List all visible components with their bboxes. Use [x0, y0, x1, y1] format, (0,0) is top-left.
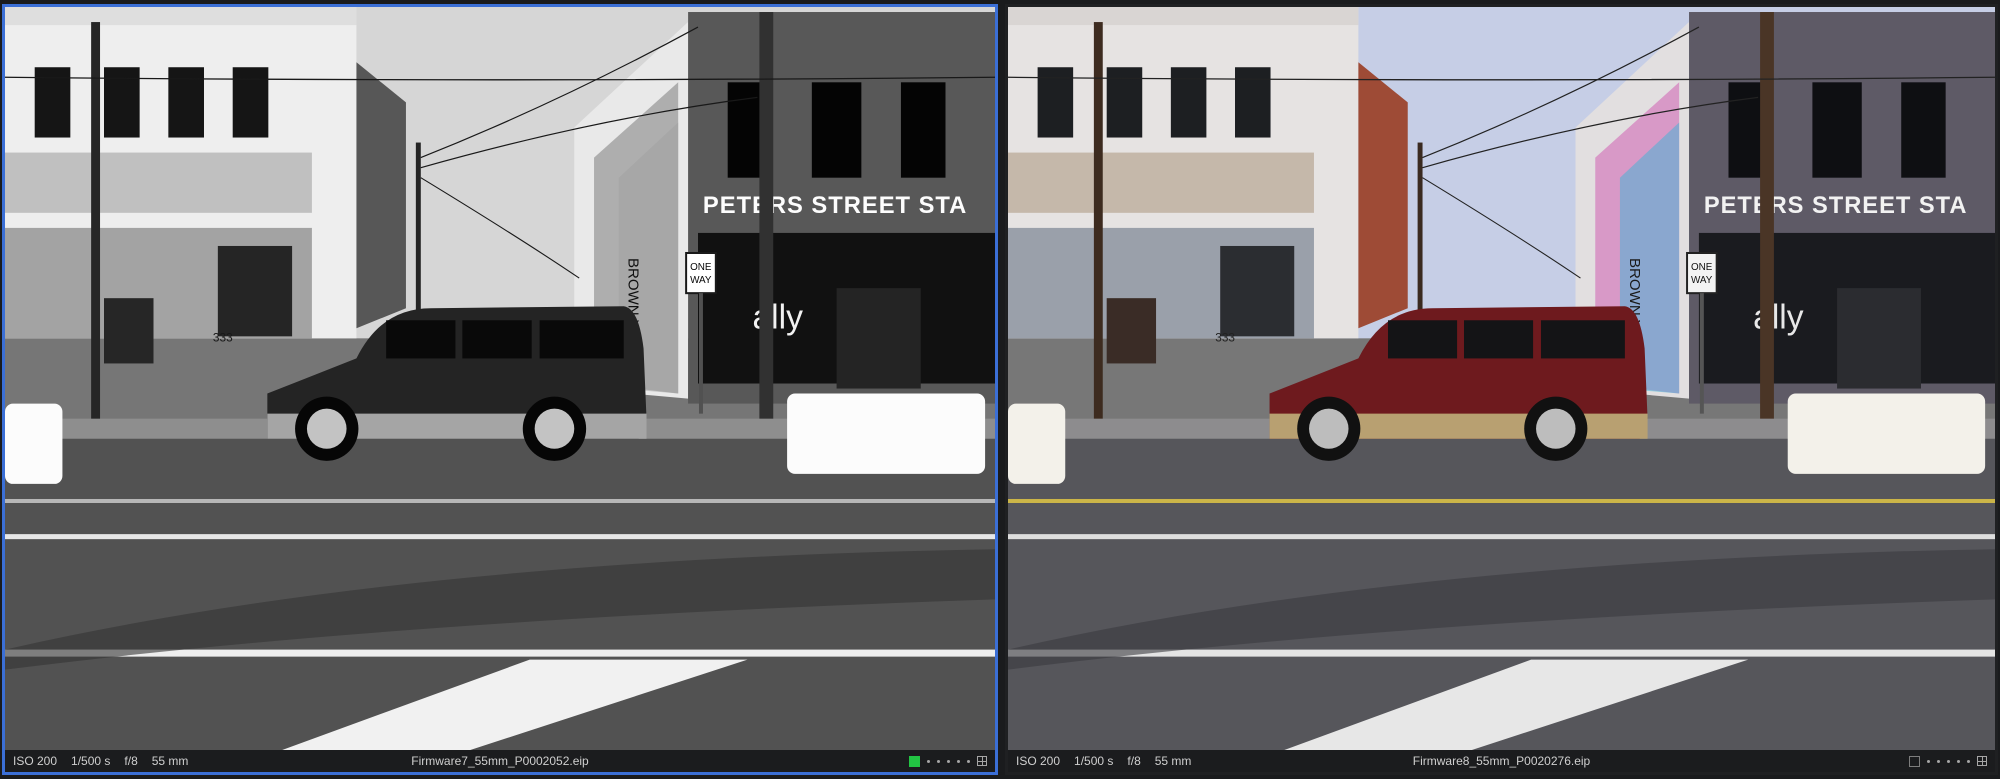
viewer-right[interactable]: 333 BROWN YOU'RE BEAUTIFUL PETERS STREET… [1005, 4, 1998, 775]
image-compare-app: 333 BROWN YOU'RE BEAUTIFUL PETERS STREET… [0, 0, 2000, 779]
street-photo: 333 BROWN YOU'RE BEAUTIFUL PETERS STREET… [5, 7, 995, 750]
color-label-green-icon[interactable] [909, 755, 920, 767]
rating-dot-4-icon[interactable] [1957, 759, 1960, 763]
viewer-left[interactable]: 333 BROWN YOU'RE BEAUTIFUL PETERS STREET… [2, 4, 998, 775]
rating-dot-5-icon[interactable] [1967, 759, 1970, 763]
oneway-bottom: WAY [1691, 275, 1713, 286]
building-sign: PETERS STREET STA [1704, 192, 1968, 219]
aperture-value: f/8 [124, 754, 138, 768]
shutter-value: 1/500 s [71, 754, 111, 768]
grid-view-icon[interactable] [977, 756, 987, 766]
status-bar-left: ISO 200 1/500 s f/8 55 mm Firmware7_55mm… [5, 750, 995, 772]
rating-controls [909, 755, 987, 767]
rating-dot-2-icon[interactable] [1937, 759, 1940, 763]
focal-length-value: 55 mm [1154, 754, 1192, 768]
oneway-top: ONE [1691, 262, 1713, 273]
exif-info: ISO 200 1/500 s f/8 55 mm [1016, 750, 1191, 772]
rating-dot-5-icon[interactable] [967, 759, 970, 763]
oneway-bottom: WAY [690, 275, 712, 286]
rating-dot-4-icon[interactable] [957, 759, 960, 763]
exif-info: ISO 200 1/500 s f/8 55 mm [13, 750, 188, 772]
grid-view-icon[interactable] [1977, 756, 1987, 766]
rating-controls [1909, 755, 1987, 767]
rating-dot-3-icon[interactable] [947, 759, 950, 763]
address-number: 333 [213, 330, 233, 344]
photo-right[interactable]: 333 BROWN YOU'RE BEAUTIFUL PETERS STREET… [1008, 7, 1995, 750]
photo-left[interactable]: 333 BROWN YOU'RE BEAUTIFUL PETERS STREET… [5, 7, 995, 750]
filename: Firmware8_55mm_P0020276.eip [1412, 754, 1591, 768]
iso-value: ISO 200 [13, 754, 58, 768]
rating-dot-3-icon[interactable] [1947, 759, 1950, 763]
rating-dot-2-icon[interactable] [937, 759, 940, 763]
color-label-empty-icon[interactable] [1909, 755, 1920, 767]
iso-value: ISO 200 [1016, 754, 1061, 768]
status-bar-right: ISO 200 1/500 s f/8 55 mm Firmware8_55mm… [1008, 750, 1995, 772]
oneway-top: ONE [690, 262, 712, 273]
rating-dot-1-icon[interactable] [1927, 759, 1930, 763]
building-sign: PETERS STREET STA [703, 192, 967, 219]
shutter-value: 1/500 s [1074, 754, 1114, 768]
address-number: 333 [1215, 330, 1235, 344]
street-photo: 333 BROWN YOU'RE BEAUTIFUL PETERS STREET… [1008, 7, 1995, 750]
focal-length-value: 55 mm [151, 754, 189, 768]
rating-dot-1-icon[interactable] [927, 759, 930, 763]
filename: Firmware7_55mm_P0002052.eip [411, 754, 589, 768]
aperture-value: f/8 [1127, 754, 1141, 768]
